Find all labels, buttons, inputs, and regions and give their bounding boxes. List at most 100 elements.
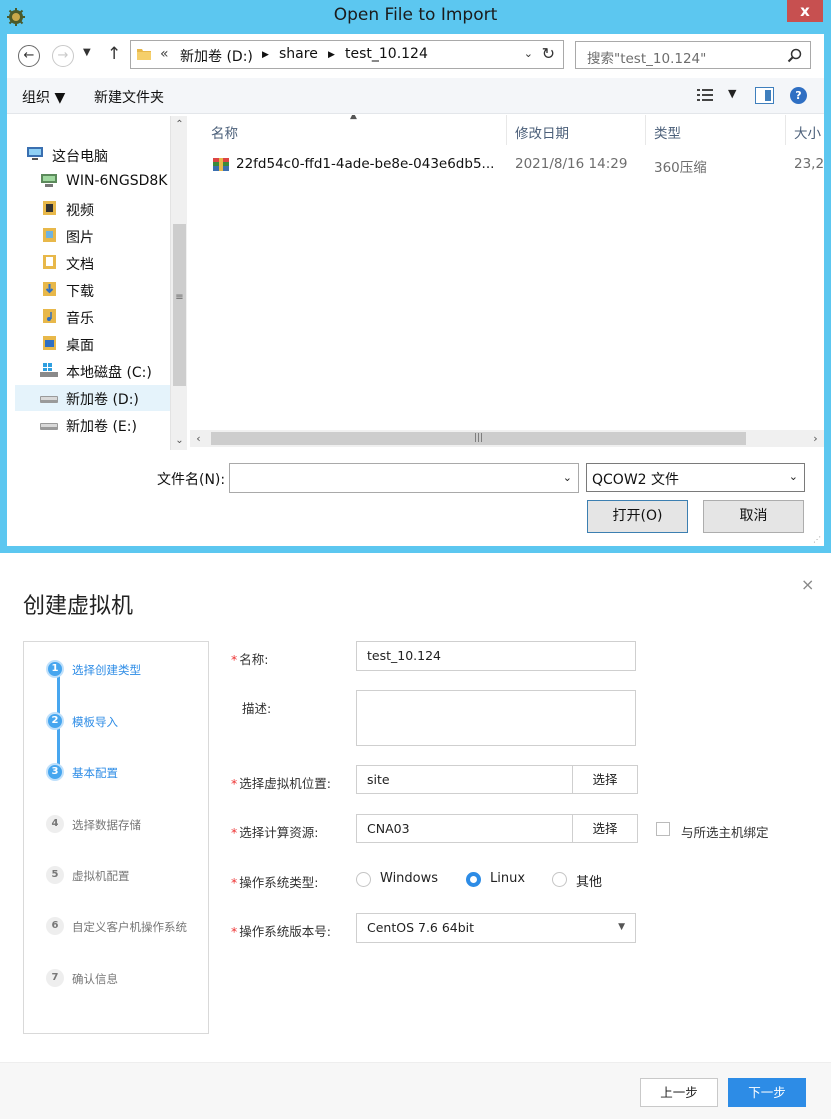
filename-input[interactable]: ⌄ <box>229 463 579 493</box>
refresh-icon[interactable]: ↻ <box>542 44 555 63</box>
select-location-button[interactable]: 选择 <box>572 765 638 794</box>
scroll-thumb[interactable]: ||| <box>211 432 746 445</box>
desktop-folder-icon <box>43 336 56 350</box>
chevron-down-icon: ⌄ <box>788 470 798 483</box>
previous-step-button[interactable]: 上一步 <box>640 1078 718 1107</box>
next-step-button[interactable]: 下一步 <box>728 1078 806 1107</box>
name-field-label: * 名称: <box>231 652 269 667</box>
drive-icon <box>40 423 58 430</box>
os-version-select[interactable]: CentOS 7.6 64bit ▼ <box>356 913 636 943</box>
compute-input[interactable]: CNA03 <box>356 814 573 843</box>
os-linux-label: Linux <box>490 871 526 886</box>
organize-menu[interactable]: 组织 ▼ <box>22 87 65 107</box>
system-drive-icon <box>40 363 58 377</box>
music-folder-icon <box>43 309 56 323</box>
scroll-thumb[interactable]: ≡ <box>173 224 186 386</box>
os-other-label: 其他 <box>576 875 603 890</box>
nav-item-videos[interactable]: 视频 <box>40 196 160 222</box>
recent-locations-chevron-icon[interactable]: ▼ <box>83 47 91 58</box>
filename-history-chevron-icon[interactable]: ⌄ <box>563 471 572 484</box>
bind-host-label: 与所选主机绑定 <box>681 825 769 840</box>
horizontal-scrollbar[interactable]: ‹ ||| › <box>190 430 824 447</box>
close-icon[interactable]: × <box>801 575 814 594</box>
nav-item-drive-d[interactable]: 新加卷 (D:) <box>15 385 170 411</box>
nav-item-documents[interactable]: 文档 <box>40 250 160 276</box>
scroll-down-icon[interactable]: ⌄ <box>171 432 188 449</box>
up-arrow-icon[interactable]: ↑ <box>107 44 121 64</box>
nav-item-pictures[interactable]: 图片 <box>40 223 160 249</box>
description-field-label: 描述: <box>242 701 272 716</box>
nav-item-downloads[interactable]: 下载 <box>40 277 160 303</box>
scroll-left-icon[interactable]: ‹ <box>190 430 207 447</box>
nav-item-music[interactable]: 音乐 <box>40 304 160 330</box>
new-folder-button[interactable]: 新建文件夹 <box>94 87 164 107</box>
breadcrumb-separator-icon[interactable]: ▶ <box>262 50 269 60</box>
file-type-filter[interactable]: QCOW2 文件 ⌄ <box>586 463 805 492</box>
nav-item-this-pc[interactable]: 这台电脑 <box>26 142 166 168</box>
os-version-field-label: * 操作系统版本号: <box>231 924 331 939</box>
address-dropdown-icon[interactable]: ⌄ <box>524 47 533 60</box>
network-computer-icon <box>41 174 57 187</box>
resize-grip-icon[interactable]: ⋰ <box>813 535 821 544</box>
nav-item-network[interactable]: WIN-6NGSD8K <box>40 169 171 195</box>
open-file-dialog: Open File to Import x ← → ▼ ↑ « 新加卷 (D:)… <box>0 0 831 553</box>
view-mode-icon[interactable] <box>697 88 713 102</box>
name-input[interactable]: test_10.124 <box>356 641 636 671</box>
scroll-up-icon[interactable]: ⌃ <box>171 116 188 133</box>
file-size: 23,2 <box>794 156 824 172</box>
caret-down-icon: ▼ <box>618 922 625 932</box>
documents-folder-icon <box>43 255 56 269</box>
preview-pane-icon[interactable] <box>755 87 774 104</box>
breadcrumb-folder[interactable]: test_10.124 <box>345 46 428 62</box>
address-bar[interactable]: « 新加卷 (D:) ▶ share ▶ test_10.124 ⌄ ↻ <box>130 40 564 69</box>
column-header-size[interactable]: 大小 <box>786 115 824 145</box>
file-row[interactable]: 22fd54c0-ffd1-4ade-be8e-043e6db5... 2021… <box>190 149 824 177</box>
column-header-type[interactable]: 类型 <box>646 115 786 145</box>
search-icon[interactable] <box>787 48 802 63</box>
nav-item-desktop[interactable]: 桌面 <box>40 331 160 357</box>
navigation-pane: 这台电脑 WIN-6NGSD8K 视频 图片 文档 下载 音乐 桌面 本地磁盘 … <box>7 115 171 450</box>
os-linux-radio[interactable] <box>466 872 481 887</box>
os-windows-label: Windows <box>380 871 439 886</box>
nav-item-drive-e[interactable]: 新加卷 (E:) <box>40 412 165 438</box>
file-list: 名称 ▲ 修改日期 类型 大小 22fd54c0-ffd1-4ade-be8e-… <box>190 115 824 450</box>
dialog-titlebar[interactable]: Open File to Import x <box>0 0 831 34</box>
forward-button[interactable]: → <box>52 45 74 67</box>
filename-label: 文件名(N): <box>157 472 226 488</box>
sort-ascending-icon: ▲ <box>350 115 357 121</box>
search-input[interactable]: 搜索"test_10.124" <box>575 41 811 69</box>
navigation-scrollbar[interactable]: ⌃ ≡ ⌄ <box>170 116 187 450</box>
breadcrumb-drive[interactable]: 新加卷 (D:) <box>180 46 253 66</box>
location-input[interactable]: site <box>356 765 573 794</box>
close-button[interactable]: x <box>787 0 823 22</box>
dialog-title: Open File to Import <box>333 5 498 25</box>
address-overflow[interactable]: « <box>160 46 169 62</box>
breadcrumb-share[interactable]: share <box>279 46 318 62</box>
os-other-radio[interactable] <box>552 872 567 887</box>
os-windows-radio[interactable] <box>356 872 371 887</box>
drive-icon <box>40 396 58 403</box>
scroll-right-icon[interactable]: › <box>807 430 824 447</box>
back-button[interactable]: ← <box>18 45 40 67</box>
file-type: 360压缩 <box>654 160 707 176</box>
open-button[interactable]: 打开(O) <box>587 500 688 533</box>
file-modified: 2021/8/16 14:29 <box>515 156 628 172</box>
wizard-steps: 1 选择创建类型 2 模板导入 3 基本配置 4 选择数据存储 5 虚拟机配置 … <box>23 641 209 1034</box>
pictures-folder-icon <box>43 228 56 242</box>
view-options-chevron-icon[interactable]: ▼ <box>728 87 736 100</box>
file-name: 22fd54c0-ffd1-4ade-be8e-043e6db5... <box>236 156 495 172</box>
select-compute-button[interactable]: 选择 <box>572 814 638 843</box>
column-header-name[interactable]: 名称 ▲ <box>190 115 507 145</box>
description-input[interactable] <box>356 690 636 746</box>
bind-host-checkbox[interactable] <box>656 822 670 836</box>
page-title: 创建虚拟机 <box>23 594 134 619</box>
os-type-field-label: * 操作系统类型: <box>231 875 319 890</box>
search-placeholder: 搜索"test_10.124" <box>587 51 707 67</box>
downloads-folder-icon <box>43 282 56 296</box>
help-icon[interactable]: ? <box>790 87 807 104</box>
cancel-button[interactable]: 取消 <box>703 500 804 533</box>
nav-item-drive-c[interactable]: 本地磁盘 (C:) <box>40 358 165 384</box>
breadcrumb-separator-icon[interactable]: ▶ <box>328 50 335 60</box>
videos-folder-icon <box>43 201 56 215</box>
column-header-modified[interactable]: 修改日期 <box>507 115 646 145</box>
